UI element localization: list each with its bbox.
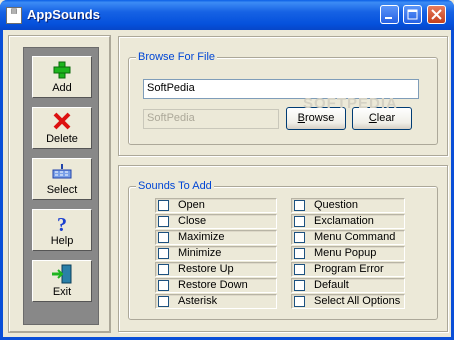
- sound-checkbox[interactable]: Restore Down: [155, 278, 277, 293]
- watermark: SOFTPEDIA: [303, 95, 398, 112]
- checkbox-box[interactable]: [294, 216, 305, 227]
- help-button[interactable]: ? Help: [32, 209, 92, 251]
- add-button[interactable]: Add: [32, 56, 92, 98]
- sound-checkbox[interactable]: Default: [291, 278, 405, 293]
- minimize-button[interactable]: [380, 5, 399, 24]
- red-x-icon: [50, 111, 74, 131]
- checkbox-label: Open: [178, 199, 205, 211]
- action-panel: Add Delete Select? Help Exit: [8, 35, 111, 333]
- maximize-icon: [407, 9, 418, 20]
- checkbox-label: Program Error: [314, 263, 384, 275]
- browse-panel: Browse For File SoftPedia SoftPedia Brow…: [118, 36, 448, 156]
- checkbox-label: Asterisk: [178, 295, 218, 307]
- sound-checkbox[interactable]: Maximize: [155, 230, 277, 245]
- sound-checkbox[interactable]: Menu Command: [291, 230, 405, 245]
- checkbox-box[interactable]: [294, 200, 305, 211]
- checkbox-box[interactable]: [158, 232, 169, 243]
- browse-legend: Browse For File: [136, 51, 218, 63]
- nav-label: Delete: [46, 133, 78, 145]
- checkbox-box[interactable]: [158, 248, 169, 259]
- nav-label: Select: [46, 184, 78, 196]
- app-icon[interactable]: ▤: [6, 7, 22, 24]
- checkbox-box[interactable]: [158, 264, 169, 275]
- checkbox-box[interactable]: [158, 280, 169, 291]
- checkbox-box[interactable]: [294, 296, 305, 307]
- file-name-field: SoftPedia: [143, 109, 279, 129]
- sound-checkbox[interactable]: Close: [155, 214, 277, 229]
- sound-checkbox[interactable]: Exclamation: [291, 214, 405, 229]
- action-strip: Add Delete Select? Help Exit: [23, 47, 99, 325]
- nav-label: Add: [52, 82, 72, 94]
- select-icon: [50, 162, 74, 182]
- sounds-panel: Sounds To Add Open Close Maximize Minimize R…: [118, 165, 448, 332]
- sounds-legend: Sounds To Add: [136, 180, 214, 192]
- checkbox-label: Question: [314, 199, 359, 211]
- checkbox-label: Exclamation: [314, 215, 374, 227]
- title-bar[interactable]: ▤ AppSounds: [0, 0, 454, 30]
- sound-checkbox[interactable]: Select All Options: [291, 294, 405, 309]
- sound-checkbox[interactable]: Open: [155, 198, 277, 213]
- checkbox-label: Restore Down: [178, 279, 248, 291]
- checkbox-box[interactable]: [158, 200, 169, 211]
- checkbox-label: Maximize: [178, 231, 225, 243]
- checkbox-box[interactable]: [158, 296, 169, 307]
- plus-icon: [50, 60, 74, 80]
- nav-label: Exit: [52, 286, 72, 298]
- sound-checkbox[interactable]: Question: [291, 198, 405, 213]
- delete-button[interactable]: Delete: [32, 107, 92, 149]
- checkbox-label: Minimize: [178, 247, 222, 259]
- checkbox-label: Select All Options: [314, 295, 401, 307]
- exit-button[interactable]: Exit: [32, 260, 92, 302]
- checkbox-box[interactable]: [158, 216, 169, 227]
- maximize-button[interactable]: [403, 5, 422, 24]
- checkbox-label: Default: [314, 279, 349, 291]
- checkbox-label: Restore Up: [178, 263, 234, 275]
- exit-door-icon: [50, 264, 74, 284]
- checkbox-label: Menu Popup: [314, 247, 377, 259]
- checkbox-box[interactable]: [294, 264, 305, 275]
- select-button[interactable]: Select: [32, 158, 92, 200]
- nav-label: Help: [50, 235, 74, 247]
- svg-text:?: ?: [57, 214, 67, 233]
- checkbox-box[interactable]: [294, 232, 305, 243]
- sound-checkbox[interactable]: Minimize: [155, 246, 277, 261]
- checkbox-box[interactable]: [294, 248, 305, 259]
- window-title: AppSounds: [27, 7, 100, 22]
- close-button[interactable]: [427, 5, 446, 24]
- sound-checkbox[interactable]: Restore Up: [155, 262, 277, 277]
- checkbox-label: Menu Command: [314, 231, 396, 243]
- sounds-fieldset: Sounds To Add Open Close Maximize Minimize R…: [128, 180, 438, 320]
- minimize-icon: [385, 17, 392, 19]
- app-window: ▤ AppSounds Add Delete Select? Help Exit Bro…: [0, 0, 454, 340]
- question-icon: ?: [50, 213, 74, 236]
- sound-checkbox[interactable]: Menu Popup: [291, 246, 405, 261]
- close-icon: [431, 9, 442, 20]
- checkbox-box[interactable]: [294, 280, 305, 291]
- checkbox-label: Close: [178, 215, 207, 227]
- sound-checkbox[interactable]: Program Error: [291, 262, 405, 277]
- sound-checkbox[interactable]: Asterisk: [155, 294, 277, 309]
